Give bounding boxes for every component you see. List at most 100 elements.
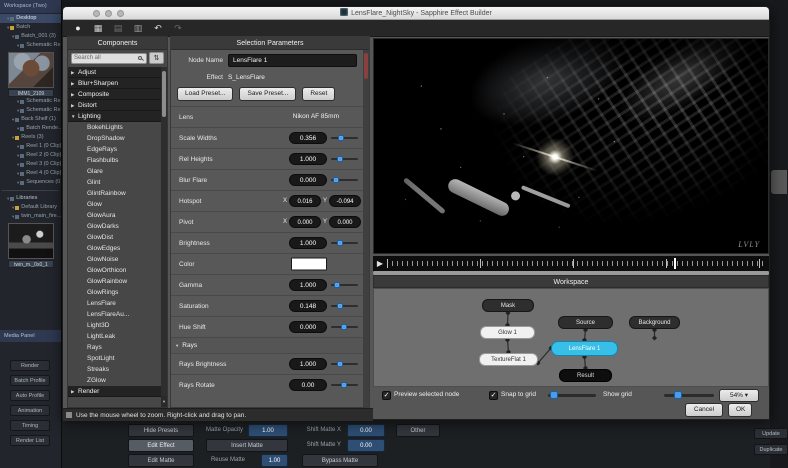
param-value[interactable]: 1.000	[289, 237, 327, 249]
tree-item[interactable]: ▾Desktop	[0, 14, 61, 23]
component-item[interactable]: GlowDist	[68, 232, 161, 243]
component-item[interactable]: GlintRainbow	[68, 188, 161, 199]
param-value[interactable]: 0.356	[289, 132, 327, 144]
bottom-button[interactable]: Other	[396, 424, 440, 437]
ok-button[interactable]: OK	[728, 403, 752, 417]
media-button[interactable]: Render	[10, 360, 50, 371]
param-slider[interactable]	[331, 384, 358, 386]
graph-node-result[interactable]: Result	[559, 369, 612, 382]
component-category[interactable]: ▶Adjust	[68, 67, 161, 78]
param-slider[interactable]	[331, 179, 358, 181]
tree-item[interactable]: ▾Schematic Re...	[0, 41, 61, 50]
component-item[interactable]: DropShadow	[68, 133, 161, 144]
media-button[interactable]: Render List	[10, 435, 50, 446]
tree-item[interactable]: ▾Libraries	[0, 194, 61, 203]
component-item[interactable]: LensFlare	[68, 298, 161, 309]
param-choice-value[interactable]: Nikon AF 85mm	[293, 111, 339, 123]
tree-expand-icon[interactable]: ▾	[17, 151, 19, 160]
param-slider[interactable]	[331, 242, 358, 244]
parameters-scrollbar-thumb[interactable]	[364, 53, 368, 79]
tree-expand-icon[interactable]: ▾	[7, 23, 9, 32]
grid-size-slider-handle[interactable]	[550, 391, 558, 399]
color-swatch[interactable]	[291, 258, 327, 271]
zoom-level-dropdown[interactable]: 54% ▾	[719, 389, 759, 402]
search-input[interactable]: Search all	[71, 53, 147, 64]
graph-zoom-slider-handle[interactable]	[674, 391, 682, 399]
component-item[interactable]: ZGlow	[68, 375, 161, 386]
component-item[interactable]: LightLeak	[68, 331, 161, 342]
components-scrollbar[interactable]	[161, 67, 167, 407]
param-slider-handle[interactable]	[337, 240, 343, 246]
component-category[interactable]: ▼Lighting	[68, 111, 161, 122]
component-item[interactable]: Rays	[68, 342, 161, 353]
param-slider-handle[interactable]	[337, 303, 343, 309]
bottom-button[interactable]: Hide Presets	[128, 424, 194, 437]
tree-expand-icon[interactable]: ▾	[7, 14, 9, 23]
snap-to-grid-checkbox[interactable]: ✓	[489, 391, 498, 400]
window-titlebar[interactable]: LensFlare_NightSky - Sapphire Effect Bui…	[63, 7, 769, 20]
param-slider-handle[interactable]	[337, 156, 343, 162]
cancel-button[interactable]: Cancel	[685, 403, 723, 417]
tree-expand-icon[interactable]: ▾	[17, 160, 19, 169]
param-value[interactable]: 1.000	[289, 279, 327, 291]
tree-item[interactable]: ▾Schematic Re...	[0, 97, 61, 106]
component-item[interactable]: GlowEdges	[68, 243, 161, 254]
tree-expand-icon[interactable]: ▾	[12, 203, 14, 212]
components-scrollbar-thumb[interactable]	[162, 71, 166, 117]
tree-item[interactable]: ▾Reel 2 (0 Clip)	[0, 151, 61, 160]
param-slider-handle[interactable]	[333, 177, 339, 183]
media-button[interactable]: Auto Profile	[10, 390, 50, 401]
graph-node-texture[interactable]: TextureFlat 1	[479, 353, 538, 366]
param-slider[interactable]	[331, 137, 358, 139]
tree-expand-icon[interactable]: ▾	[17, 106, 19, 115]
param-x-value[interactable]: 0.016	[289, 195, 321, 207]
component-item[interactable]: GlowAura	[68, 210, 161, 221]
undo-icon[interactable]: ↶	[151, 22, 165, 35]
component-item[interactable]: Glint	[68, 177, 161, 188]
preview-selected-node-checkbox[interactable]: ✓	[382, 391, 391, 400]
param-slider[interactable]	[331, 363, 358, 365]
param-slider[interactable]	[331, 158, 358, 160]
tree-expand-icon[interactable]: ▾	[7, 194, 9, 203]
host-right-button[interactable]: Duplicate	[754, 444, 788, 455]
tree-expand-icon[interactable]: ▾	[12, 212, 14, 221]
graph-zoom-slider[interactable]	[664, 394, 714, 397]
graph-node-glow[interactable]: Glow 1	[480, 326, 535, 339]
tree-item[interactable]: ▾Default Library	[0, 203, 61, 212]
tree-item[interactable]: ▾Batch	[0, 23, 61, 32]
node-graph[interactable]: MaskGlow 1TextureFlat 1SourceLensFlare 1…	[373, 288, 769, 387]
bottom-button[interactable]: Insert Matte	[206, 439, 288, 452]
component-item[interactable]: GlowNoise	[68, 254, 161, 265]
host-right-button[interactable]: Update	[754, 428, 788, 439]
tree-item[interactable]: ▾Sequences (0...	[0, 178, 61, 187]
add-node-icon[interactable]: ●	[71, 22, 85, 35]
clip-thumbnail[interactable]	[8, 52, 54, 88]
param-value[interactable]: 0.000	[289, 174, 327, 186]
tree-expand-icon[interactable]: ▾	[17, 124, 19, 133]
graph-node-lensflare[interactable]: LensFlare 1	[551, 341, 618, 356]
parameters-scrollbar[interactable]	[363, 50, 369, 407]
grid-size-slider[interactable]	[548, 394, 596, 397]
component-item[interactable]: SpotLight	[68, 353, 161, 364]
reset-button[interactable]: Reset	[302, 87, 335, 101]
save-icon[interactable]: ▥	[131, 22, 145, 35]
component-item[interactable]: GlowOrthicon	[68, 265, 161, 276]
param-slider-handle[interactable]	[338, 135, 344, 141]
component-item[interactable]: Flashbulbs	[68, 155, 161, 166]
tree-item[interactable]: ▾Schematic Re...	[0, 106, 61, 115]
bottom-button[interactable]: Edit Effect	[128, 439, 194, 452]
bottom-value-field[interactable]: 1.00	[261, 454, 288, 467]
component-item[interactable]: BokehLights	[68, 122, 161, 133]
param-slider[interactable]	[331, 284, 358, 286]
media-button[interactable]: Timing	[10, 420, 50, 431]
param-slider-handle[interactable]	[337, 361, 343, 367]
category-expand-icon[interactable]: ▶	[71, 386, 78, 397]
image-icon[interactable]: ▦	[91, 22, 105, 35]
param-slider-handle[interactable]	[341, 382, 347, 388]
load-preset-button[interactable]: Load Preset...	[177, 87, 233, 101]
tree-expand-icon[interactable]: ▾	[17, 178, 19, 187]
component-category[interactable]: ▶Render	[68, 386, 161, 397]
component-item[interactable]: EdgeRays	[68, 144, 161, 155]
timeline[interactable]	[387, 259, 765, 268]
param-value[interactable]: 0.000	[289, 321, 327, 333]
